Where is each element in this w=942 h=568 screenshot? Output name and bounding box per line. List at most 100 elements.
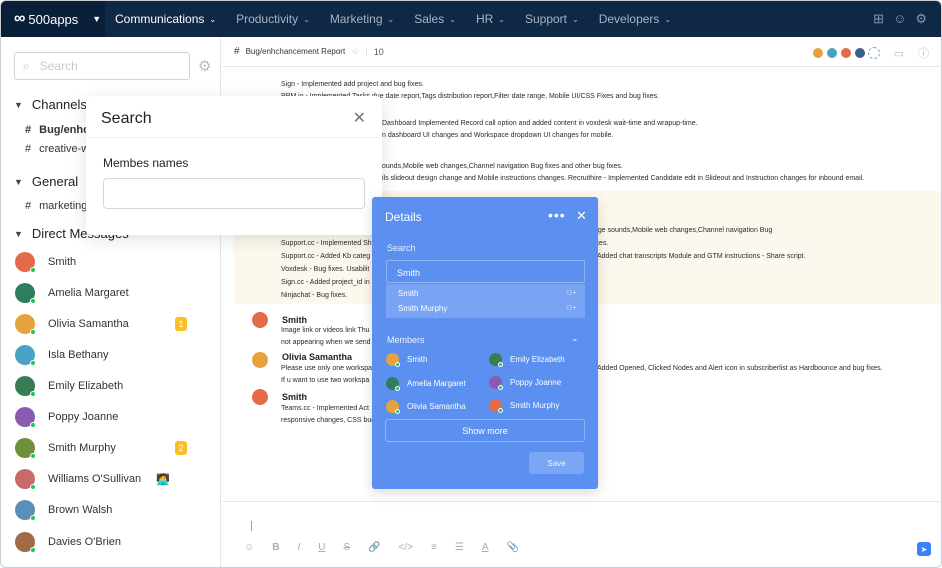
dm-item[interactable]: Brown Walsh (15, 500, 205, 521)
member-count-icon: ⁞ (365, 46, 368, 57)
message-text: Please use only one workspa (281, 365, 373, 372)
show-more-button[interactable]: Show more (385, 419, 585, 442)
sidebar-search[interactable]: ⌕ (14, 52, 190, 80)
avatar (15, 345, 36, 366)
add-user-icon[interactable]: ⚇+ (566, 304, 576, 312)
avatar (489, 376, 503, 390)
channel-item[interactable]: # creative-w (25, 143, 89, 155)
italic-icon[interactable]: I (297, 542, 300, 553)
sidebar-settings-icon[interactable]: ⚙ (198, 57, 211, 75)
text-color-icon[interactable]: A (482, 542, 489, 553)
avatar[interactable] (252, 312, 268, 328)
star-icon[interactable]: ☆ (351, 46, 359, 57)
help-icon[interactable]: ☺ (893, 11, 906, 27)
avatar (386, 400, 400, 414)
message-text: Ninjachat - Bug fixes. (281, 292, 348, 299)
nav-productivity[interactable]: Productivity ⌄ (226, 1, 320, 37)
strikethrough-icon[interactable]: S (343, 542, 350, 553)
avatar[interactable] (825, 47, 838, 59)
message-composer[interactable]: ☺ B I U S 🔗 </> ≡ ☰ A 📎 ➤ (222, 501, 941, 567)
message-text: n dashboard UI changes and Workspace dro… (382, 132, 614, 139)
sidebar-search-input[interactable] (39, 59, 160, 73)
nav-communications[interactable]: Communications ⌄ (105, 1, 226, 37)
code-icon[interactable]: </> (399, 542, 413, 553)
apps-grid-icon[interactable]: ⊞ (873, 11, 884, 27)
dm-item[interactable]: Amelia Margaret (15, 283, 205, 304)
chevron-down-icon: ⌄ (303, 14, 310, 24)
search-results: Smith ⚇+ Smith Murphy ⚇+ (386, 284, 585, 318)
dm-item[interactable]: Olivia Samantha 1 (15, 314, 205, 335)
member-item[interactable]: Smith Murphy (489, 399, 559, 413)
nav-marketing[interactable]: Marketing ⌄ (320, 1, 404, 37)
app-window: ∞ 500apps ▼ Communications ⌄ Productivity… (0, 0, 942, 568)
general-section-header[interactable]: ▼ General (14, 174, 78, 189)
avatar (15, 407, 36, 428)
member-item[interactable]: Poppy Joanne (489, 376, 561, 390)
close-icon[interactable]: ✕ (576, 208, 587, 224)
member-names-field[interactable] (103, 178, 365, 209)
settings-gear-icon[interactable]: ⚙ (915, 11, 927, 27)
dm-item[interactable]: Smith (15, 252, 205, 273)
dm-name: Amelia Margaret (48, 287, 129, 299)
online-status-icon (30, 422, 36, 428)
search-result-item[interactable]: Smith Murphy (398, 304, 447, 313)
add-member-icon[interactable] (867, 47, 880, 59)
member-item[interactable]: Olivia Samantha (386, 400, 466, 414)
underline-icon[interactable]: U (318, 542, 325, 553)
avatar (15, 532, 36, 553)
channel-item[interactable]: # marketing (25, 200, 87, 212)
dm-item[interactable]: Emily Elizabeth (15, 376, 205, 397)
add-user-icon[interactable]: ⚇+ (566, 289, 576, 297)
message-author[interactable]: Olivia Samantha (282, 352, 352, 362)
avatar (15, 376, 36, 397)
attachment-icon[interactable]: 📎 (507, 542, 519, 553)
nav-sales[interactable]: Sales ⌄ (404, 1, 466, 37)
send-icon[interactable]: ➤ (917, 542, 931, 556)
avatar[interactable] (839, 47, 852, 59)
member-item[interactable]: Smith (386, 353, 427, 367)
ordered-list-icon[interactable]: ≡ (431, 542, 437, 553)
link-icon[interactable]: 🔗 (368, 542, 380, 553)
dm-item[interactable]: Davies O'Brien (15, 532, 205, 553)
emoji-icon[interactable]: ☺ (244, 542, 254, 553)
member-count: 10 (373, 46, 384, 57)
avatar (15, 500, 36, 521)
search-result-item[interactable]: Smith (398, 289, 418, 298)
dm-item[interactable]: Smith Murphy 2 (15, 438, 205, 459)
bold-icon[interactable]: B (272, 542, 279, 553)
chevron-down-icon[interactable]: ⌄ (571, 333, 579, 344)
avatar[interactable] (811, 47, 824, 59)
info-icon[interactable]: ⓘ (918, 45, 929, 61)
video-call-icon[interactable]: ▭ (894, 47, 904, 60)
message-author[interactable]: Smith (282, 392, 307, 402)
avatar (15, 469, 36, 490)
dm-item[interactable]: Isla Bethany (15, 345, 205, 366)
channels-section-header[interactable]: ▼ Channels (14, 97, 87, 112)
app-switcher[interactable]: ∞ 500apps ▼ (1, 1, 105, 37)
avatar[interactable] (252, 389, 268, 405)
chevron-down-icon: ⌄ (209, 14, 217, 24)
member-item[interactable]: Emily Elizabeth (489, 353, 565, 367)
message-text: responsive changes, CSS bug (281, 417, 376, 424)
caret-down-icon: ▼ (14, 228, 23, 239)
member-item[interactable]: Amelia Margaret (386, 377, 466, 391)
online-status-icon (498, 362, 503, 367)
avatar[interactable] (853, 47, 866, 59)
nav-developers[interactable]: Developers ⌄ (589, 1, 681, 37)
online-status-icon (30, 391, 36, 397)
avatar (489, 399, 503, 413)
message-text: not appearing when we send (281, 339, 371, 346)
nav-support[interactable]: Support ⌄ (515, 1, 589, 37)
dm-item[interactable]: Poppy Joanne (15, 407, 205, 428)
more-options-icon[interactable]: ••• (548, 207, 566, 223)
members-label: Members (387, 335, 425, 345)
bullet-list-icon[interactable]: ☰ (455, 542, 464, 553)
avatar[interactable] (252, 352, 268, 368)
message-author[interactable]: Smith (282, 315, 307, 325)
infinity-logo-icon: ∞ (14, 10, 26, 27)
save-button[interactable]: Save (529, 452, 584, 474)
close-icon[interactable]: ✕ (353, 108, 366, 128)
member-search-input[interactable]: Smith (386, 260, 585, 283)
nav-hr[interactable]: HR ⌄ (466, 1, 515, 37)
dm-item[interactable]: Williams O'Sullivan 🧑‍💻 (15, 469, 205, 490)
